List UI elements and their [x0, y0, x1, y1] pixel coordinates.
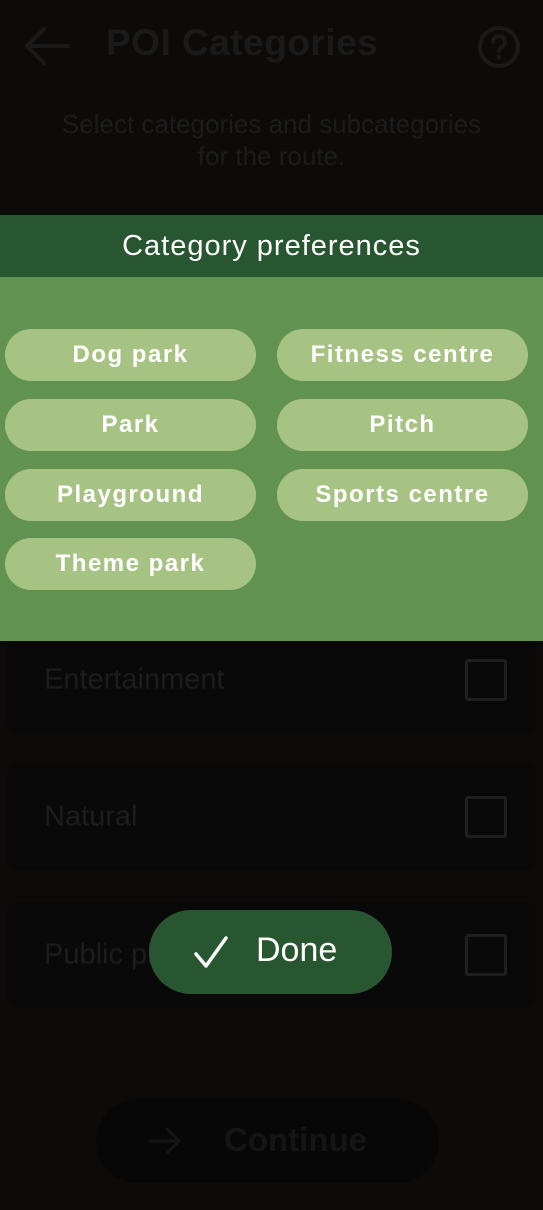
help-button[interactable] [476, 24, 522, 70]
continue-button[interactable]: Continue [96, 1099, 439, 1183]
chip-pitch[interactable]: Pitch [277, 399, 528, 451]
continue-label: Continue [224, 1121, 367, 1158]
check-icon [194, 936, 228, 968]
chip-fitness-centre[interactable]: Fitness centre [277, 329, 528, 381]
done-button[interactable]: Done [149, 910, 392, 994]
dialog-title: Category preferences [122, 229, 421, 262]
chip-theme-park[interactable]: Theme park [5, 538, 256, 590]
chip-sports-centre[interactable]: Sports centre [277, 469, 528, 521]
chip-park[interactable]: Park [5, 399, 256, 451]
page-subtitle: Select categories and subcategories for … [61, 109, 482, 171]
category-label: Entertainment [44, 663, 225, 696]
arrow-left-icon [25, 27, 70, 65]
arrow-right-icon [148, 1127, 181, 1155]
app-bar: POI Categories [0, 0, 543, 92]
category-row-entertainment[interactable]: Entertainment [7, 627, 536, 733]
category-checkbox[interactable] [465, 796, 507, 838]
help-circle-icon [478, 26, 520, 68]
chip-dog-park[interactable]: Dog park [5, 329, 256, 381]
category-label: Natural [44, 800, 138, 833]
category-preferences-dialog: Category preferences Dog park Fitness ce… [0, 215, 543, 641]
back-button[interactable] [22, 24, 72, 68]
category-checkbox[interactable] [465, 934, 507, 976]
page-title: POI Categories [106, 22, 379, 63]
category-row-natural[interactable]: Natural [7, 764, 536, 870]
dialog-header: Category preferences [0, 215, 543, 277]
done-label: Done [256, 931, 338, 969]
chip-playground[interactable]: Playground [5, 469, 256, 521]
category-checkbox[interactable] [465, 659, 507, 701]
